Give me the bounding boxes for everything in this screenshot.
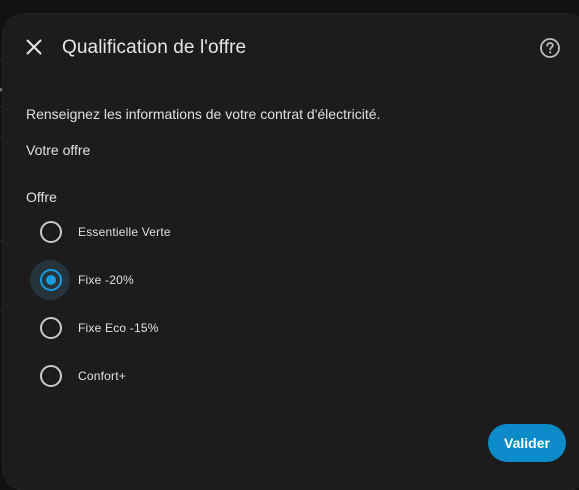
close-button[interactable]	[23, 36, 45, 58]
offer-qualification-dialog: Qualification de l'offre Renseignez les …	[3, 14, 579, 490]
close-icon	[26, 39, 42, 55]
radio-label: Confort+	[78, 369, 126, 383]
radio-checked-dot	[46, 275, 56, 285]
radio-button[interactable]	[40, 317, 62, 339]
radio-option-confort-plus[interactable]: Confort+	[31, 356, 331, 396]
dialog-description: Renseignez les informations de votre con…	[26, 106, 381, 122]
radio-option-fixe-20[interactable]: Fixe -20%	[30, 260, 331, 300]
radio-label: Fixe -20%	[78, 273, 134, 287]
dialog-title: Qualification de l'offre	[62, 37, 247, 58]
radio-option-essentielle-verte[interactable]: Essentielle Verte	[31, 212, 331, 252]
section-title: Votre offre	[26, 142, 91, 158]
radio-button-checked[interactable]	[40, 269, 62, 291]
help-button[interactable]	[539, 37, 561, 59]
radio-button[interactable]	[40, 221, 62, 243]
radio-label: Fixe Eco -15%	[78, 321, 159, 335]
radio-button[interactable]	[40, 365, 62, 387]
offer-group-label: Offre	[26, 189, 57, 205]
submit-button[interactable]: Valider	[488, 424, 566, 462]
radio-option-fixe-eco-15[interactable]: Fixe Eco -15%	[31, 308, 331, 348]
radio-label: Essentielle Verte	[78, 225, 171, 239]
help-circle-icon	[540, 38, 560, 58]
